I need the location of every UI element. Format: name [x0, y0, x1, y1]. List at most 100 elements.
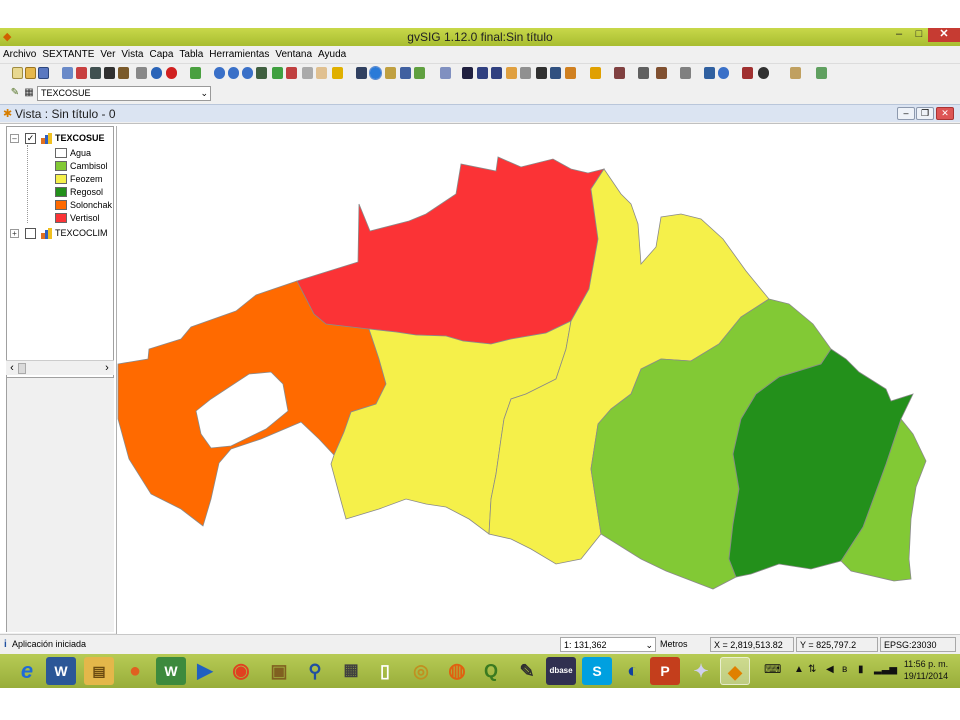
toc-horizontal-scrollbar[interactable]: ‹ ›: [6, 360, 114, 375]
hyperlink-icon[interactable]: [414, 67, 425, 79]
locator-icon[interactable]: [332, 67, 343, 79]
close-button[interactable]: ✕: [928, 28, 960, 42]
menu-tabla[interactable]: Tabla: [176, 46, 206, 62]
stop-icon[interactable]: [166, 67, 177, 79]
collapse-icon[interactable]: –: [10, 134, 19, 143]
zoom-in-icon[interactable]: [214, 67, 225, 79]
open-folder-icon[interactable]: [25, 67, 36, 79]
select-point-icon[interactable]: [565, 67, 576, 79]
link-icon[interactable]: [680, 67, 691, 79]
menu-ver[interactable]: Ver: [97, 46, 118, 62]
scale-combobox[interactable]: 1: 131,362 ⌄: [560, 637, 656, 652]
save-icon[interactable]: [38, 67, 49, 79]
network-icon[interactable]: ⇅: [808, 664, 816, 675]
paint-icon[interactable]: ✦: [686, 657, 716, 685]
editing-icon[interactable]: ✎: [9, 87, 21, 99]
package-icon[interactable]: ▣: [264, 657, 294, 685]
map-polygon-vertisol[interactable]: [296, 156, 605, 345]
new-document-icon[interactable]: [12, 67, 23, 79]
qgis-icon[interactable]: Q: [476, 657, 506, 685]
globe-icon[interactable]: [190, 67, 201, 79]
edit-icon[interactable]: [118, 67, 129, 79]
properties-icon[interactable]: [136, 67, 147, 79]
bluetooth-icon[interactable]: ʙ: [842, 664, 847, 675]
zoom-full-icon[interactable]: [242, 67, 253, 79]
toc-layer-texcoclim[interactable]: + TEXCOCLIM: [7, 227, 113, 240]
measure-area-icon[interactable]: [400, 67, 411, 79]
toc-layer-texcosue[interactable]: – ✓ TEXCOSUE: [7, 132, 113, 145]
add-layer-icon[interactable]: [62, 67, 73, 79]
layers-icon[interactable]: [256, 67, 267, 79]
zoom-out-icon[interactable]: [228, 67, 239, 79]
select-rectangle-icon[interactable]: [477, 67, 488, 79]
firefox-icon[interactable]: ◍: [442, 657, 472, 685]
minimize-button[interactable]: –: [888, 28, 910, 42]
view-minimize-button[interactable]: –: [897, 107, 915, 120]
battery-icon[interactable]: ▮: [858, 664, 864, 675]
remove-layer-icon[interactable]: [76, 67, 87, 79]
export-icon[interactable]: [816, 67, 827, 79]
zoom-extent-icon[interactable]: [272, 67, 283, 79]
filter-icon[interactable]: [590, 67, 601, 79]
geoprocess-icon[interactable]: [614, 67, 625, 79]
internet-explorer-icon[interactable]: e: [12, 657, 42, 685]
search-icon[interactable]: [440, 67, 451, 79]
gvsig-taskbar-icon[interactable]: ◆: [720, 657, 750, 685]
layer-select[interactable]: TEXCOSUE ⌄: [37, 86, 211, 101]
menu-herramientas[interactable]: Herramientas: [206, 46, 272, 62]
menu-sextante[interactable]: SEXTANTE: [39, 46, 97, 62]
select-circle-icon[interactable]: [550, 67, 561, 79]
search-app-icon[interactable]: ⚲: [300, 657, 330, 685]
tray-expand-icon[interactable]: ▲: [794, 664, 804, 675]
measure-distance-icon[interactable]: [385, 67, 396, 79]
webex-icon[interactable]: W: [156, 657, 186, 685]
select-all-icon[interactable]: [520, 67, 531, 79]
skype-icon[interactable]: S: [582, 657, 612, 685]
expand-icon[interactable]: +: [10, 229, 19, 238]
scroll-thumb[interactable]: [18, 363, 26, 374]
scroll-right-icon[interactable]: ›: [101, 361, 113, 375]
media-player-icon[interactable]: ▶: [190, 657, 220, 685]
menu-ayuda[interactable]: Ayuda: [315, 46, 349, 62]
coordinates-icon[interactable]: [356, 67, 367, 79]
select-by-layer-icon[interactable]: [506, 67, 517, 79]
scroll-left-icon[interactable]: ‹: [6, 361, 18, 375]
view-restore-button[interactable]: ❐: [916, 107, 934, 120]
help-icon[interactable]: [151, 67, 162, 79]
previous-zoom-icon[interactable]: [302, 67, 313, 79]
select-pointer-icon[interactable]: [462, 67, 473, 79]
layer-visibility-checkbox[interactable]: [25, 228, 36, 239]
menu-capa[interactable]: Capa: [146, 46, 176, 62]
word-icon[interactable]: W: [46, 657, 76, 685]
powerpoint-icon[interactable]: P: [650, 657, 680, 685]
pan-hand-icon[interactable]: [316, 67, 327, 79]
signal-icon[interactable]: ▂▃▅: [874, 664, 897, 675]
maximize-button[interactable]: □: [908, 28, 930, 42]
volume-icon[interactable]: ◀: [826, 664, 834, 675]
binoculars-icon[interactable]: [704, 67, 715, 79]
edit-layer-icon[interactable]: [790, 67, 801, 79]
table-icon[interactable]: [90, 67, 101, 79]
dbase-icon[interactable]: dbase: [546, 657, 576, 685]
zoom-selection-icon[interactable]: [286, 67, 297, 79]
clear-selection-icon[interactable]: [536, 67, 547, 79]
magnifier-icon[interactable]: [718, 67, 729, 79]
select-polygon-icon[interactable]: [491, 67, 502, 79]
soil-map[interactable]: [117, 126, 960, 634]
view-close-button[interactable]: ✕: [936, 107, 954, 120]
microphone-icon[interactable]: ✎: [512, 657, 542, 685]
file-explorer-icon[interactable]: ▤: [84, 657, 114, 685]
media-icon[interactable]: ●: [120, 657, 150, 685]
print-icon[interactable]: [104, 67, 115, 79]
app-coin-icon[interactable]: ◎: [406, 657, 436, 685]
map-canvas[interactable]: [116, 126, 960, 634]
locator-map-icon[interactable]: [742, 67, 753, 79]
menu-vista[interactable]: Vista: [118, 46, 146, 62]
notepad-icon[interactable]: ▯: [370, 657, 400, 685]
grid-icon[interactable]: [638, 67, 649, 79]
chrome-icon[interactable]: ◉: [226, 657, 256, 685]
layer-visibility-checkbox[interactable]: ✓: [25, 133, 36, 144]
earth-icon[interactable]: ◐: [618, 657, 648, 685]
system-clock[interactable]: 11:56 p. m. 19/11/2014: [898, 658, 954, 682]
info-icon[interactable]: [369, 66, 382, 80]
